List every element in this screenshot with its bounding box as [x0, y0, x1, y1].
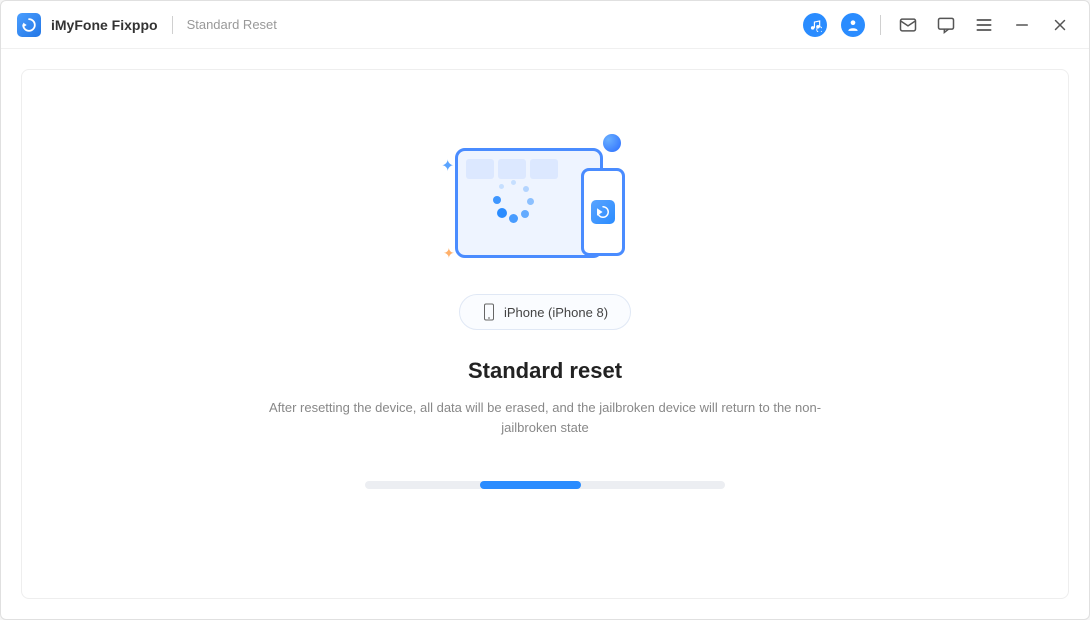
close-button[interactable] — [1047, 12, 1073, 38]
content-area: ✦ ✦ — [1, 49, 1089, 619]
feedback-button[interactable] — [933, 12, 959, 38]
phone-icon — [482, 303, 496, 321]
page-heading: Standard reset — [468, 358, 622, 384]
divider — [172, 16, 173, 34]
sparkle-icon: ✦ — [443, 245, 455, 262]
app-window: iMyFone Fixppo Standard Reset — [0, 0, 1090, 620]
phone-graphic — [581, 168, 625, 256]
user-icon — [841, 13, 865, 37]
spinner-icon — [493, 180, 533, 220]
reset-illustration: ✦ ✦ — [435, 130, 655, 270]
app-title: iMyFone Fixppo — [51, 17, 158, 33]
chat-icon — [936, 15, 956, 35]
device-pill: iPhone (iPhone 8) — [459, 294, 631, 330]
titlebar-right — [802, 12, 1073, 38]
menu-button[interactable] — [971, 12, 997, 38]
minimize-icon — [1013, 16, 1031, 34]
phone-app-icon — [591, 200, 615, 224]
minimize-button[interactable] — [1009, 12, 1035, 38]
close-icon — [1051, 16, 1069, 34]
app-logo-icon — [17, 13, 41, 37]
main-panel: ✦ ✦ — [21, 69, 1069, 599]
menu-icon — [974, 15, 994, 35]
breadcrumb: Standard Reset — [187, 17, 277, 32]
progress-bar — [365, 481, 725, 489]
mail-button[interactable] — [895, 12, 921, 38]
page-description: After resetting the device, all data wil… — [265, 398, 825, 437]
itunes-button[interactable] — [802, 12, 828, 38]
titlebar-left: iMyFone Fixppo Standard Reset — [17, 13, 277, 37]
divider — [880, 15, 881, 35]
mail-icon — [898, 15, 918, 35]
progress-fill — [480, 481, 581, 489]
sparkle-icon: ✦ — [441, 156, 454, 176]
account-button[interactable] — [840, 12, 866, 38]
itunes-icon — [803, 13, 827, 37]
device-label: iPhone (iPhone 8) — [504, 305, 608, 320]
titlebar: iMyFone Fixppo Standard Reset — [1, 1, 1089, 49]
orb-graphic — [603, 134, 621, 152]
